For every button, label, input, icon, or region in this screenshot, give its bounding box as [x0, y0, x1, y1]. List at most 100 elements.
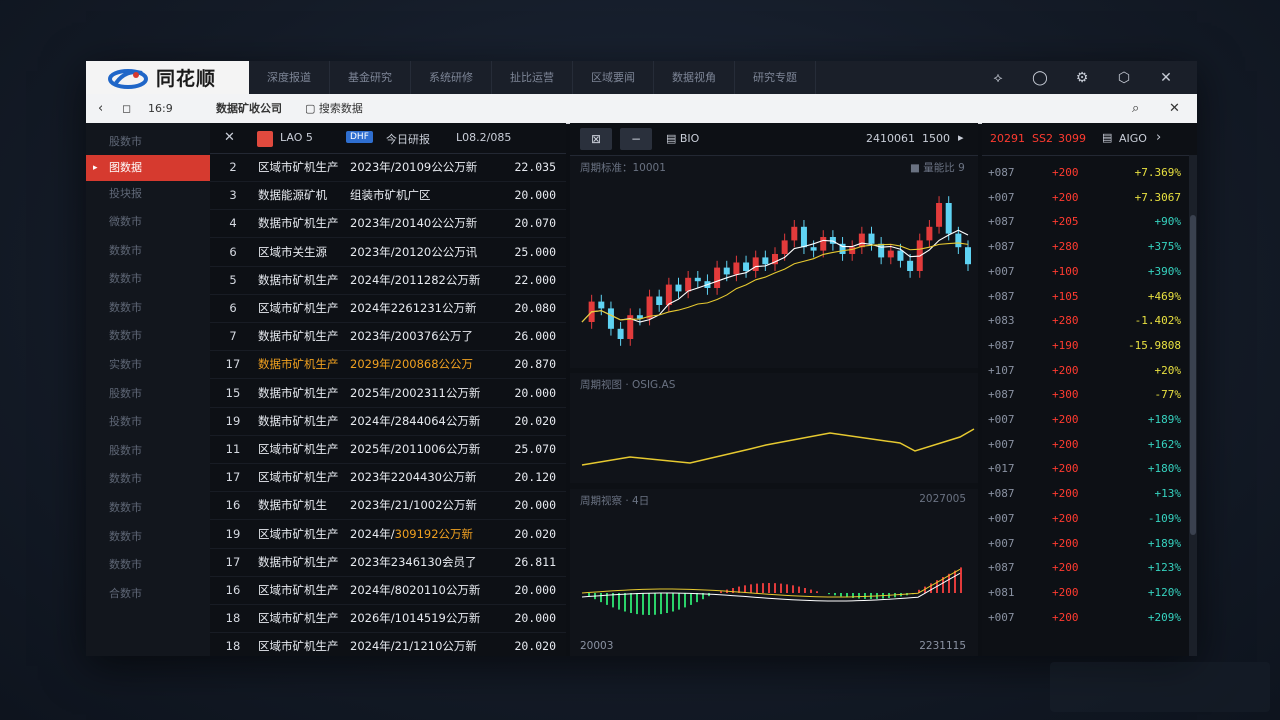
sidebar-item-8[interactable]: 数数市	[86, 323, 210, 349]
table-row[interactable]: 5 数据市矿机生产 2024年/2011282公万新 22.000	[210, 266, 566, 295]
line-tool-button[interactable]: −	[620, 128, 652, 150]
settings-icon[interactable]: ⚙	[1063, 61, 1101, 94]
crosshair-button[interactable]: ⊠	[580, 128, 612, 150]
chat-icon[interactable]: ◯	[1021, 61, 1059, 94]
quote-row[interactable]: +087 +105 +469%	[982, 287, 1187, 307]
sidebar-item-13[interactable]: 数数市	[86, 466, 210, 492]
sidebar-item-11[interactable]: 投数市	[86, 409, 210, 435]
price-chart[interactable]	[570, 156, 978, 368]
sidebar-item-7[interactable]: 数数市	[86, 295, 210, 321]
tab-3[interactable]: 系统研修	[411, 61, 492, 94]
sidebar-item-14[interactable]: 数数市	[86, 495, 210, 521]
sidebar-item-12[interactable]: 股数市	[86, 438, 210, 464]
tab-1[interactable]: 深度报道	[249, 61, 330, 94]
quote-row[interactable]: +083 +280 -1.402%	[982, 311, 1187, 331]
sidebar-item-3[interactable]: 投块报	[86, 181, 210, 207]
sidebar-item-5[interactable]: 数数市	[86, 238, 210, 264]
table-row[interactable]: 17 数据市矿机生产 2023年2346130会员了 26.811	[210, 548, 566, 577]
quote-header-label[interactable]: AIGO	[1119, 132, 1147, 145]
table-row[interactable]: 16 区域市矿机生产 2024年/8020110公万新 20.000	[210, 576, 566, 605]
back-icon[interactable]: ‹	[98, 94, 103, 123]
sidebar-item-15[interactable]: 数数市	[86, 524, 210, 550]
quote-row[interactable]: +107 +200 +20%	[982, 361, 1187, 381]
quote-row[interactable]: +007 +200 -109%	[982, 509, 1187, 529]
table-row[interactable]: 17 数据市矿机生产 2029年/200868公公万 20.870	[210, 350, 566, 380]
quote-row[interactable]: +087 +200 +13%	[982, 484, 1187, 504]
quote-row[interactable]: +007 +200 +189%	[982, 534, 1187, 554]
table-row[interactable]: 6 区域市矿机生产 2024年2261231公万新 20.080	[210, 294, 566, 323]
quote-row[interactable]: +087 +280 +375%	[982, 237, 1187, 257]
quote-row[interactable]: +017 +200 +180%	[982, 459, 1187, 479]
table-row[interactable]: 19 数据市矿机生产 2024年/2844064公万新 20.020	[210, 407, 566, 436]
table-row[interactable]: 6 区域市关生源 2023年/20120公公万讯 25.000	[210, 238, 566, 267]
table-row[interactable]: 4 数据市矿机生产 2023年/20140公公万新 20.070	[210, 209, 566, 239]
tab-2[interactable]: 基金研究	[330, 61, 411, 94]
quote-row[interactable]: +087 +300 -77%	[982, 385, 1187, 405]
table-row[interactable]: 3 数据能源矿机 组装市矿机广区 20.000	[210, 181, 566, 211]
sidebar-item-2[interactable]: 图数据	[86, 155, 210, 181]
app-logo[interactable]: 同花顺	[86, 61, 249, 94]
sidebar-item-17[interactable]: 合数市	[86, 581, 210, 607]
header-range: L08.2/085	[456, 131, 512, 144]
table-row[interactable]: 2 区域市矿机生产 2023年/20109公公万新 22.035	[210, 153, 566, 182]
scrollbar-thumb[interactable]	[1190, 215, 1196, 535]
scrollbar[interactable]	[1189, 155, 1197, 656]
close-icon[interactable]: ✕	[1147, 61, 1185, 94]
main-tabs: 深度报道 基金研究 系统研修 扯比运营 区域要闻 数据视角 研究专题	[249, 61, 816, 94]
quote-change: +007	[988, 536, 1015, 550]
macd-bar	[666, 593, 668, 614]
tab-7[interactable]: 研究专题	[735, 61, 816, 94]
table-row[interactable]: 11 区域市矿机生产 2025年/2011006公万新 25.070	[210, 435, 566, 464]
table-row[interactable]: 7 数据市矿机生产 2023年/200376公万了 26.000	[210, 322, 566, 352]
tab-4[interactable]: 扯比运营	[492, 61, 573, 94]
play-icon[interactable]: ▸	[958, 131, 964, 144]
chevron-right-icon[interactable]: ›	[1156, 130, 1161, 145]
quote-row[interactable]: +007 +100 +390%	[982, 262, 1187, 282]
search-icon[interactable]: ⌕	[1132, 94, 1139, 123]
search-box[interactable]: ▢ 搜索数据	[305, 94, 363, 123]
table-row[interactable]: 18 区域市矿机生产 2024年/21/1210公万新 20.020	[210, 632, 566, 656]
quote-change: +087	[988, 289, 1015, 303]
row-name: 区域市矿机生产	[258, 639, 339, 654]
tab-5[interactable]: 区域要闻	[573, 61, 654, 94]
table-row[interactable]: 16 数据市矿机生 2023年/21/1002公万新 20.000	[210, 491, 566, 521]
restore-icon[interactable]: ⬡	[1105, 61, 1143, 94]
quote-row[interactable]: +007 +200 +7.3067	[982, 188, 1187, 208]
row-name: 数据市矿机生产	[258, 272, 339, 287]
sidebar-item-1[interactable]: 股数市	[86, 129, 210, 155]
sidebar-item-9[interactable]: 实数市	[86, 352, 210, 378]
sidebar-item-4[interactable]: 微数市	[86, 209, 210, 235]
quote-row[interactable]: +007 +200 +209%	[982, 608, 1187, 628]
candle-body	[752, 257, 759, 271]
table-row[interactable]: 17 区域市矿机生产 2023年2204430公万新 20.120	[210, 463, 566, 493]
quote-row[interactable]: +007 +200 +189%	[982, 410, 1187, 430]
macd-bar	[816, 591, 818, 593]
quote-menu-icon[interactable]: ▤	[1102, 131, 1112, 144]
chat-bubble-icon[interactable]: ◻	[122, 94, 131, 123]
quote-row[interactable]: +087 +190 -15.9808	[982, 336, 1187, 356]
table-row[interactable]: 19 区域市矿机生产 2024年/309192公万新 20.020	[210, 520, 566, 549]
header-code[interactable]: LAO 5	[280, 131, 313, 144]
period-icon[interactable]: ▤ BIO	[666, 132, 699, 145]
sidebar-item-10[interactable]: 股数市	[86, 381, 210, 407]
indicator-chart[interactable]	[570, 373, 978, 483]
quote-delta: +200	[1052, 437, 1079, 451]
quote-row[interactable]: +087 +200 +7.369%	[982, 163, 1187, 183]
close-icon[interactable]: ✕	[224, 130, 235, 145]
table-row[interactable]: 18 区域市矿机生产 2026年/1014519公万新 20.000	[210, 604, 566, 634]
tab-6[interactable]: 数据视角	[654, 61, 735, 94]
quote-row[interactable]: +007 +200 +162%	[982, 435, 1187, 455]
close-tab-icon[interactable]: ✕	[1169, 94, 1180, 123]
macd-chart[interactable]	[570, 489, 978, 656]
macd-bar	[600, 593, 602, 603]
sidebar-item-6[interactable]: 数数市	[86, 266, 210, 292]
quote-row[interactable]: +087 +205 +90%	[982, 212, 1187, 232]
header-name[interactable]: 今日研报	[386, 131, 430, 147]
sidebar-item-16[interactable]: 数数市	[86, 552, 210, 578]
signal-icon[interactable]: ⟡	[979, 61, 1017, 94]
quote-row[interactable]: +081 +200 +120%	[982, 583, 1187, 603]
quote-row[interactable]: +087 +200 +123%	[982, 558, 1187, 578]
app-title: 同花顺	[156, 68, 217, 90]
macd-bar	[828, 593, 830, 595]
table-row[interactable]: 15 数据市矿机生产 2025年/2002311公万新 20.000	[210, 379, 566, 408]
